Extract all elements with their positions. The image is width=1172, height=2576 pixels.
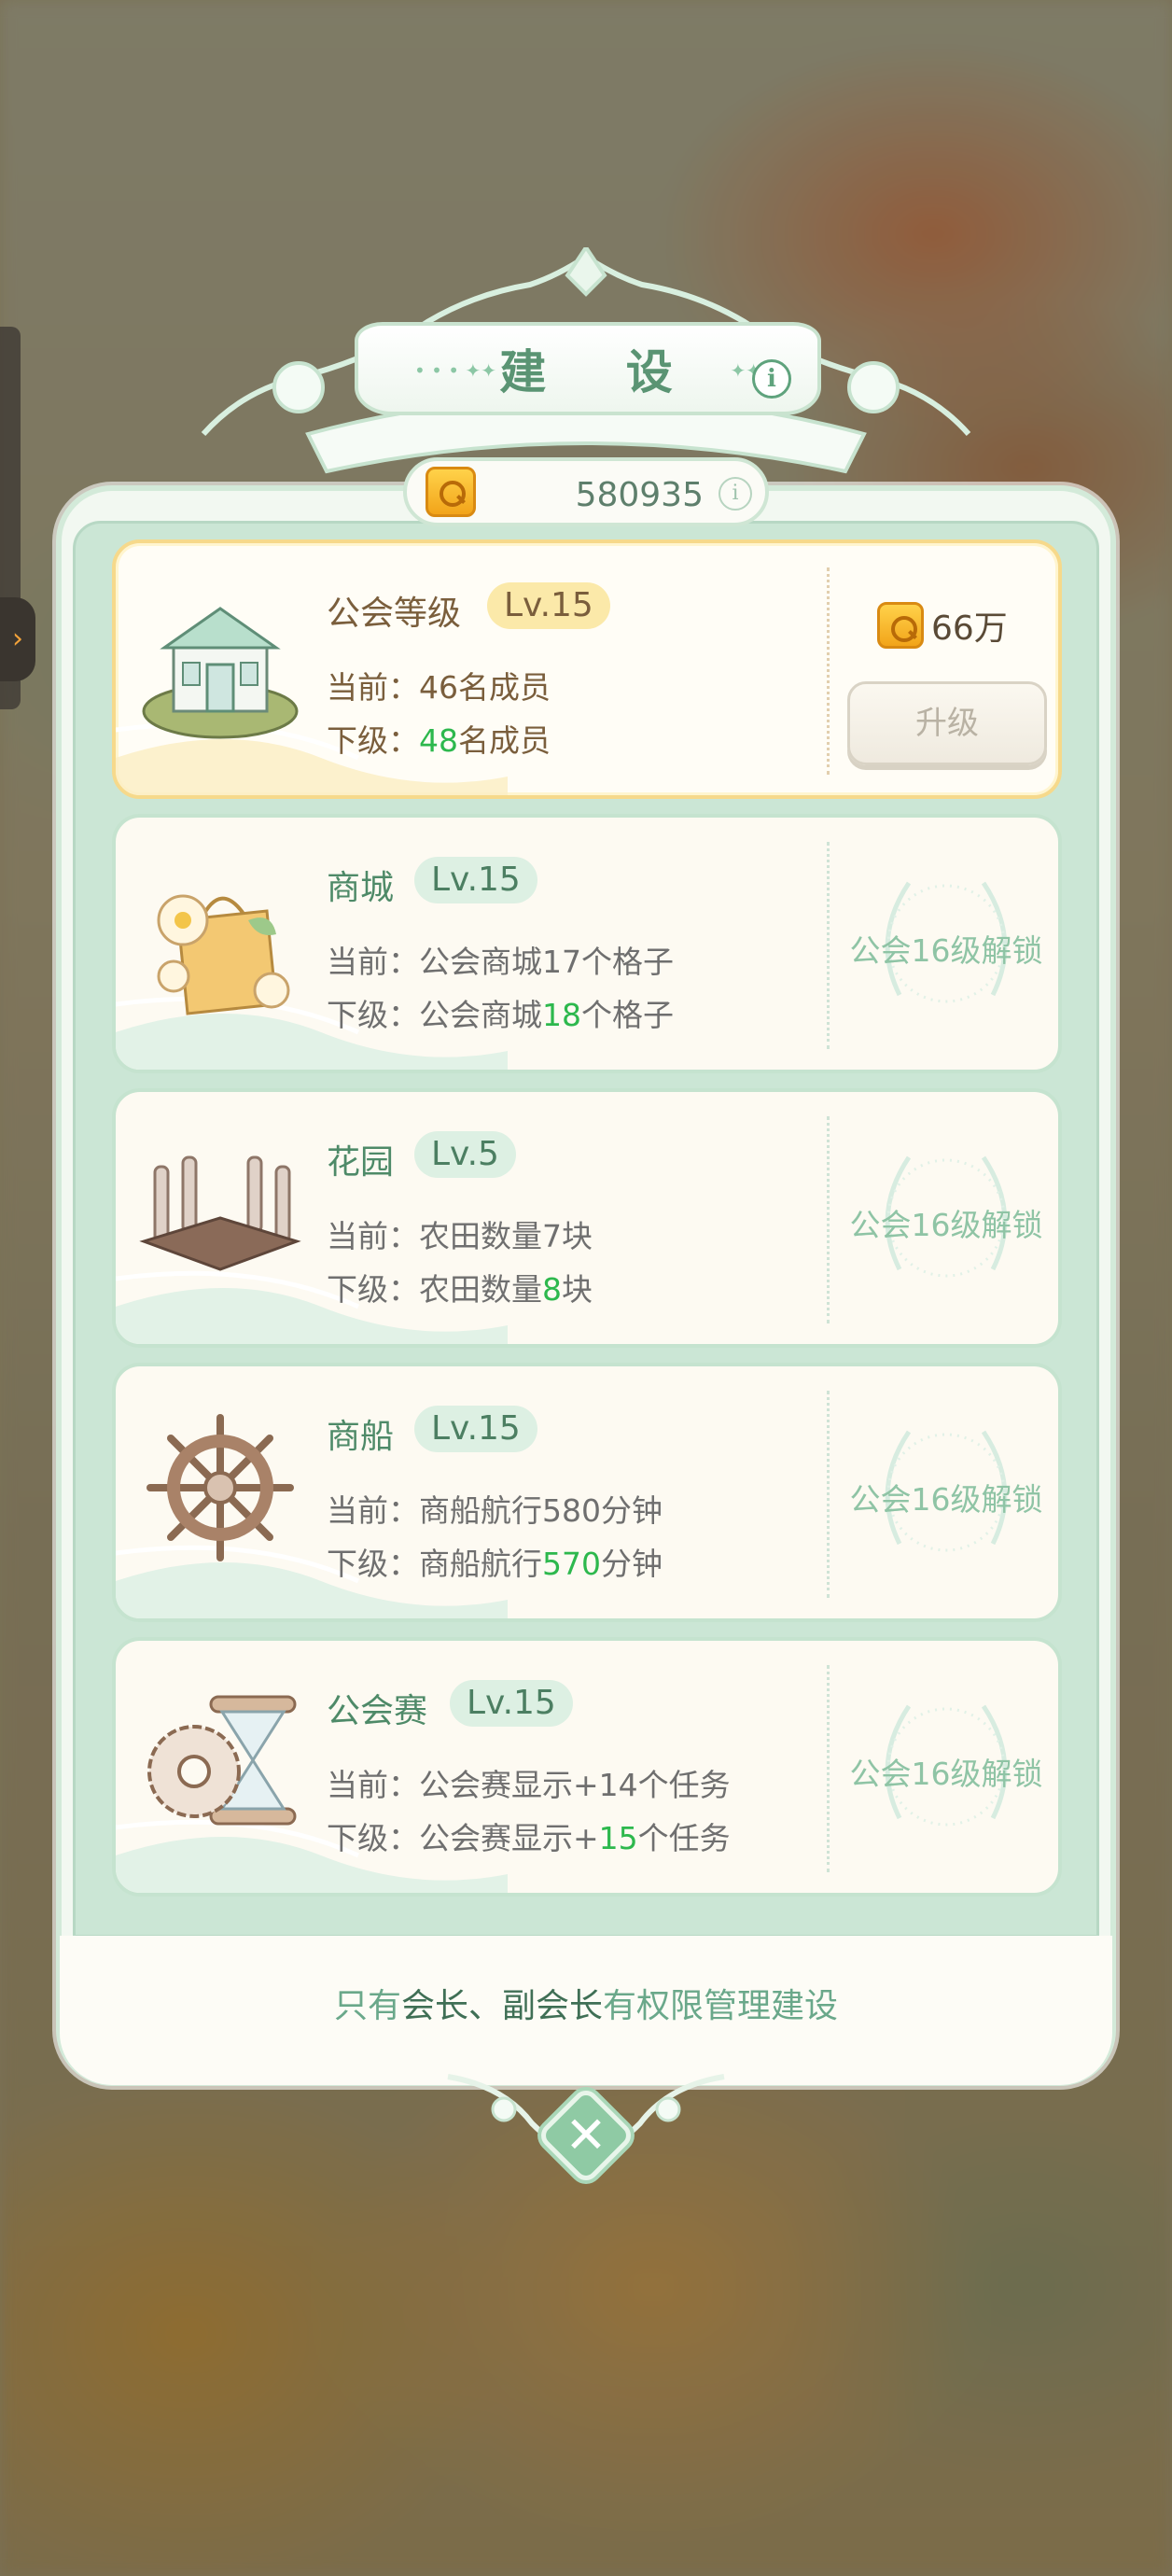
next-suffix: 个任务 [637, 1820, 731, 1856]
locked-status: 公会16级解锁 [834, 1129, 1058, 1316]
unlock-requirement: 公会16级解锁 [849, 1207, 1043, 1243]
page-title: 建 设 [499, 345, 705, 399]
level-badge: Lv.15 [414, 1406, 537, 1452]
close-icon[interactable]: ✕ [551, 2100, 621, 2171]
notice-part-2: 有权限管理建设 [603, 1987, 839, 2025]
building-name: 商城 [327, 869, 395, 907]
unlock-requirement: 公会16级解锁 [849, 932, 1043, 969]
next-prefix-text: 商船航行 [419, 1546, 542, 1582]
next-value-highlight: 15 [598, 1820, 638, 1856]
cost-coin-icon [877, 602, 924, 649]
next-value-highlight: 570 [542, 1546, 601, 1582]
building-name: 花园 [327, 1143, 395, 1182]
next-effect: 下级：公会赛显示+15个任务 [327, 1813, 731, 1858]
building-name: 公会赛 [327, 1692, 428, 1730]
fund-info-icon[interactable]: i [719, 477, 752, 511]
card-divider [827, 1665, 830, 1872]
level-badge: Lv.15 [414, 857, 537, 903]
current-value: 46名成员 [419, 669, 551, 706]
card-divider [827, 567, 830, 775]
ship-wheel-icon [146, 1414, 294, 1561]
next-label: 下级： [327, 1820, 419, 1856]
next-label: 下级： [327, 997, 419, 1033]
next-value-highlight: 18 [542, 997, 581, 1033]
current-label: 当前： [327, 1492, 419, 1529]
locked-status: 公会16级解锁 [834, 1404, 1058, 1590]
current-effect: 当前：46名成员 [327, 663, 551, 707]
next-prefix-text: 公会商城 [419, 997, 542, 1033]
next-prefix-text: 农田数量 [419, 1271, 542, 1308]
card-divider [827, 1116, 830, 1323]
expand-arrow-icon[interactable]: › [0, 597, 35, 681]
building-name: 商船 [327, 1418, 395, 1456]
current-value: 农田数量7块 [419, 1218, 593, 1254]
next-value-highlight: 48 [419, 722, 458, 759]
card-divider [827, 842, 830, 1049]
level-badge: Lv.15 [487, 582, 610, 629]
locked-status: 公会16级解锁 [834, 1678, 1058, 1865]
next-effect: 下级：公会商城18个格子 [327, 990, 674, 1035]
next-suffix: 名成员 [458, 722, 551, 759]
shopping-bag-icon [157, 894, 290, 1015]
next-suffix: 个格子 [581, 997, 674, 1033]
next-prefix-text: 公会赛显示+ [419, 1820, 599, 1856]
next-effect: 下级：农田数量8块 [327, 1265, 593, 1309]
ribbon-left-deco: • • • ✦✦ [414, 359, 496, 382]
level-badge: Lv.5 [414, 1131, 516, 1178]
guild-hall-icon [142, 607, 299, 739]
title-info-icon[interactable]: i [752, 359, 791, 399]
current-label: 当前： [327, 669, 419, 706]
next-effect: 下级：48名成员 [327, 716, 551, 761]
building-card-guild-level: 公会等级 Lv.15 当前：46名成员 下级：48名成员 66万 升级 [112, 539, 1062, 799]
current-value: 商船航行580分钟 [419, 1492, 663, 1529]
unlock-requirement: 公会16级解锁 [849, 1756, 1043, 1792]
building-card-merchant-ship: 商船 Lv.15 当前：商船航行580分钟 下级：商船航行570分钟 公会16级… [112, 1363, 1062, 1622]
next-label: 下级： [327, 722, 419, 759]
building-card-guild-race: 公会赛 Lv.15 当前：公会赛显示+14个任务 下级：公会赛显示+15个任务 … [112, 1637, 1062, 1897]
upgrade-button[interactable]: 升级 [847, 681, 1047, 765]
next-label: 下级： [327, 1271, 419, 1308]
current-value: 公会赛显示+14个任务 [419, 1767, 731, 1803]
current-label: 当前： [327, 1218, 419, 1254]
next-effect: 下级：商船航行570分钟 [327, 1539, 663, 1584]
card-divider [827, 1391, 830, 1598]
next-suffix: 块 [562, 1271, 593, 1308]
current-label: 当前： [327, 1767, 419, 1803]
next-value-highlight: 8 [542, 1271, 562, 1308]
next-label: 下级： [327, 1546, 419, 1582]
title-ribbon: • • • ✦✦ 建 设 ✦✦ [355, 322, 821, 415]
upgrade-cost: 66万 [877, 601, 1008, 650]
next-suffix: 分钟 [601, 1546, 663, 1582]
guild-fund-value: 580935 [575, 476, 704, 514]
current-value: 公会商城17个格子 [419, 944, 674, 980]
hourglass-gear-icon [147, 1695, 297, 1826]
current-effect: 当前：商船航行580分钟 [327, 1486, 663, 1531]
level-badge: Lv.15 [450, 1680, 573, 1727]
current-effect: 当前：公会商城17个格子 [327, 937, 674, 982]
locked-status: 公会16级解锁 [834, 855, 1058, 1042]
permission-notice: 只有会长、副会长有权限管理建设 [0, 1979, 1172, 2027]
notice-part-1: 只有 [333, 1987, 401, 2025]
current-label: 当前： [327, 944, 419, 980]
building-name: 公会等级 [327, 595, 462, 633]
unlock-requirement: 公会16级解锁 [849, 1481, 1043, 1518]
guild-fund-bar: 580935 i [403, 457, 769, 526]
cost-value: 66万 [931, 609, 1008, 648]
guild-coin-icon [426, 467, 476, 517]
farmland-icon [139, 1155, 301, 1271]
building-card-mall: 商城 Lv.15 当前：公会商城17个格子 下级：公会商城18个格子 公会16级… [112, 814, 1062, 1073]
current-effect: 当前：农田数量7块 [327, 1211, 593, 1256]
current-effect: 当前：公会赛显示+14个任务 [327, 1760, 731, 1805]
building-card-garden: 花园 Lv.5 当前：农田数量7块 下级：农田数量8块 公会16级解锁 [112, 1088, 1062, 1348]
notice-roles: 会长、副会长 [400, 1987, 603, 2025]
